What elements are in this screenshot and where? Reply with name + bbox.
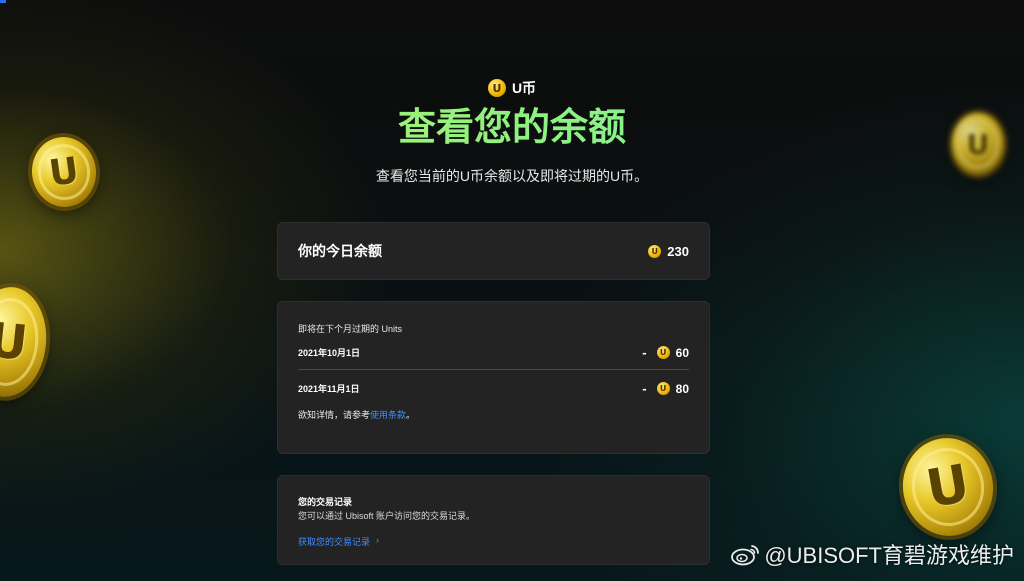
balance-amount: U 230 — [648, 244, 689, 259]
chevron-right-icon: › — [376, 535, 380, 545]
terms-note: 欲知详情，请参考使用条款。 — [298, 408, 689, 421]
balance-label: 你的今日余额 — [298, 243, 382, 259]
expiry-row: 2021年10月1日 - U 60 — [298, 345, 689, 360]
terms-of-use-link[interactable]: 使用条款 — [370, 410, 406, 420]
u-coin-icon: U — [656, 346, 670, 359]
minus-sign: - — [642, 381, 647, 396]
balance-value: 230 — [667, 243, 689, 259]
history-description: 您可以通过 Ubisoft 账户访问您的交易记录。 — [298, 511, 476, 521]
terms-note-suffix: 。 — [406, 410, 416, 420]
weibo-watermark: @UBISOFT育碧游戏维护 — [730, 538, 1014, 570]
expiry-date: 2021年11月1日 — [298, 384, 360, 394]
expiry-value: 60 — [675, 345, 689, 360]
row-divider — [298, 369, 689, 370]
expiry-amount: - U 60 — [642, 345, 689, 360]
decorative-coin-icon: U — [0, 283, 52, 401]
watermark-text: @UBISOFT育碧游戏维护 — [764, 543, 1014, 568]
history-card: 您的交易记录 您可以通过 Ubisoft 账户访问您的交易记录。 获取您的交易记… — [277, 475, 710, 565]
history-title: 您的交易记录 — [298, 497, 353, 507]
u-coin-icon: U — [487, 79, 506, 97]
page-subtitle: 查看您当前的U币余额以及即将过期的U币。 — [375, 168, 649, 184]
eyebrow-label: U币 — [511, 80, 537, 96]
page-header: U U币 查看您的余额 查看您当前的U币余额以及即将过期的U币。 — [0, 78, 1024, 186]
expiry-value: 80 — [675, 381, 689, 396]
page-title: 查看您的余额 — [0, 106, 1024, 150]
view-transactions-label: 获取您的交易记录 — [298, 537, 371, 547]
view-transactions-link[interactable]: 获取您的交易记录 › — [298, 535, 379, 548]
decorative-coin-icon: U — [895, 430, 1001, 544]
corner-accent — [0, 0, 6, 3]
expiry-heading: 即将在下个月过期的 Units — [298, 324, 403, 334]
u-coin-icon: U — [648, 244, 662, 258]
expiry-amount: - U 80 — [642, 381, 689, 396]
u-coin-icon: U — [656, 382, 670, 395]
expiry-row: 2021年11月1日 - U 80 — [298, 381, 689, 396]
minus-sign: - — [642, 345, 647, 360]
expiry-card: 即将在下个月过期的 Units 2021年10月1日 - U 60 2021年1… — [277, 301, 710, 454]
weibo-icon — [731, 545, 760, 566]
terms-note-prefix: 欲知详情，请参考 — [298, 410, 371, 420]
balance-card: 你的今日余额 U 230 — [277, 222, 710, 280]
currency-eyebrow: U U币 — [487, 78, 537, 98]
expiry-date: 2021年10月1日 — [298, 348, 361, 358]
